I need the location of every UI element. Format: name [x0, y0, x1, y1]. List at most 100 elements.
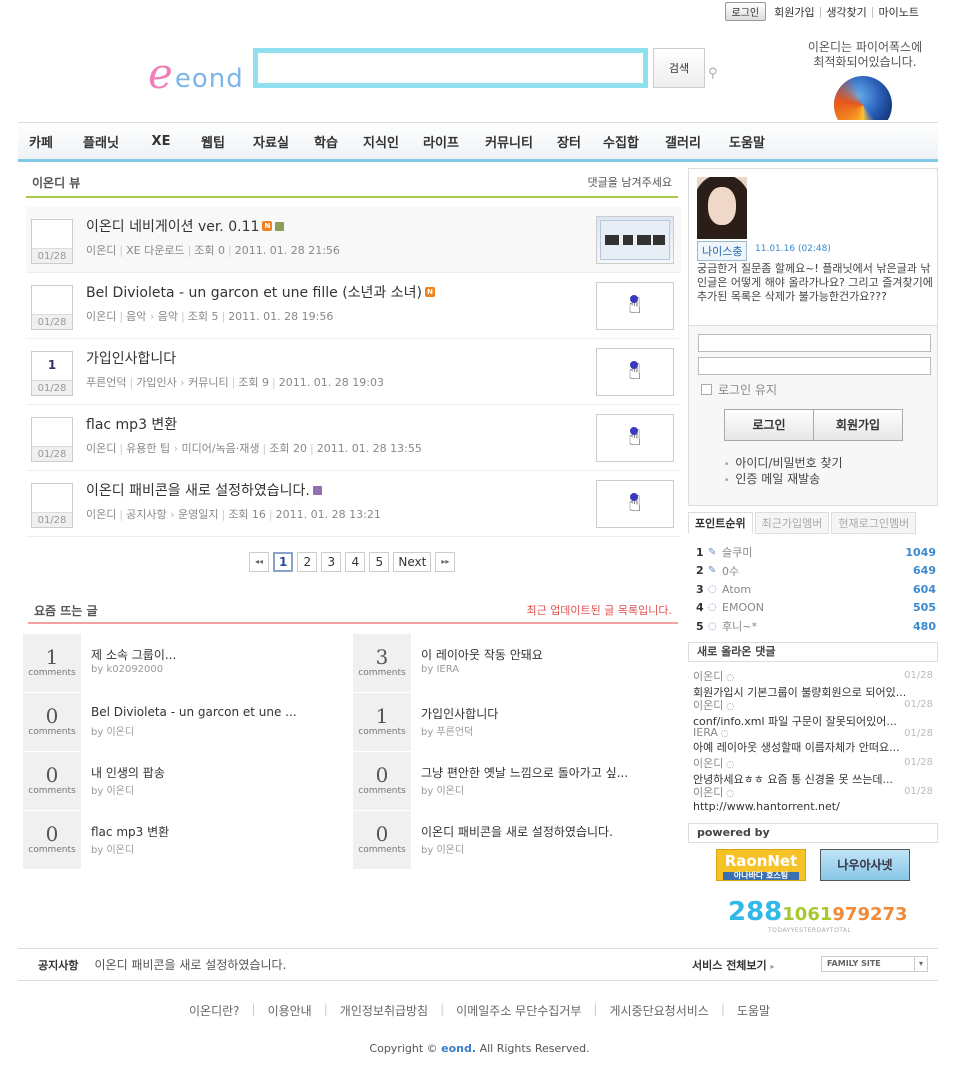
nav-item-5[interactable]: 학습: [300, 132, 352, 151]
resend-mail-link[interactable]: 인증 메일 재발송: [724, 472, 843, 488]
footer-link[interactable]: 이메일주소 무단수집거부: [444, 1002, 593, 1019]
checkbox-icon[interactable]: [701, 384, 712, 395]
post-title-text[interactable]: 이온디 네비게이션 ver. 0.11: [86, 216, 259, 236]
member-name[interactable]: 0수: [722, 563, 913, 579]
nav-item-0[interactable]: 카페: [18, 132, 64, 151]
comment-item[interactable]: IERA ◌ 01/28 아예 레이아웃 생성할때 이름자체가 안떠요...: [693, 726, 933, 755]
member-name[interactable]: Atom: [722, 583, 913, 596]
recent-title[interactable]: Bel Divioleta - un garcon et une ...: [91, 705, 297, 719]
recent-title[interactable]: flac mp3 변환: [91, 823, 169, 840]
post-title-text[interactable]: 가입인사합니다: [86, 348, 176, 368]
post-thumbnail[interactable]: ☝: [596, 414, 674, 462]
join-button[interactable]: 회원가입: [813, 409, 903, 441]
footer-link[interactable]: 도움말: [725, 1002, 782, 1019]
comment-author[interactable]: IERA: [693, 726, 718, 739]
nav-item-8[interactable]: 커뮤니티: [472, 132, 546, 151]
post-thumbnail[interactable]: ☝: [596, 480, 674, 528]
recent-item[interactable]: 0 comments 그냥 편안한 옛날 느낌으로 돌아가고 싶... by 이온디: [353, 752, 683, 810]
view-row[interactable]: 01/28 flac mp3 변환 이온디 | 유용한 팁 › 미디어/녹음·재생 | 조회…: [26, 405, 681, 471]
point-rank-item[interactable]: 2 ✎ 0수 649: [696, 562, 936, 581]
post-category[interactable]: 가입인사: [136, 376, 176, 389]
nav-item-7[interactable]: 라이프: [410, 132, 472, 151]
recent-item[interactable]: 0 comments 내 인생의 팝송 by 이온디: [23, 752, 353, 810]
post-subcategory[interactable]: 음악: [158, 310, 178, 323]
recent-title[interactable]: 제 소속 그룹이...: [91, 646, 176, 663]
pager-last-button[interactable]: ▸▸: [435, 552, 456, 572]
post-category[interactable]: 유용한 팁: [126, 442, 170, 455]
notice-text[interactable]: 이온디 패비콘을 새로 설정하였습니다.: [94, 956, 286, 973]
view-row[interactable]: 01/28 이온디 패비콘을 새로 설정하였습니다. 이온디 | 공지사항 › 운영일지…: [26, 471, 681, 537]
post-thumbnail[interactable]: ☝: [596, 282, 674, 330]
post-author[interactable]: 이온디: [86, 244, 116, 257]
search-button[interactable]: 검색: [653, 48, 705, 88]
point-rank-item[interactable]: 3 ◌ Atom 604: [696, 580, 936, 599]
comment-item[interactable]: 이온디 ◌ 01/28 conf/info.xml 파일 구문이 잘못되어있어...: [693, 697, 933, 728]
point-rank-item[interactable]: 5 ◌ 후니~* 480: [696, 617, 936, 636]
member-name[interactable]: 후니~*: [722, 618, 913, 634]
site-logo[interactable]: e eond: [148, 44, 244, 95]
post-subcategory[interactable]: 운영일지: [178, 508, 218, 521]
nav-item-1[interactable]: 플래닛: [64, 132, 138, 151]
comment-author[interactable]: 이온디: [693, 699, 723, 712]
keep-login-checkbox[interactable]: 로그인 유지: [701, 381, 777, 398]
comment-author[interactable]: 이온디: [693, 786, 723, 799]
nav-item-9[interactable]: 장터: [546, 132, 592, 151]
recent-title[interactable]: 이 레이아웃 작동 안돼요: [421, 646, 543, 663]
top-login-button[interactable]: 로그인: [724, 2, 767, 21]
post-thumbnail[interactable]: [596, 216, 674, 264]
pager-first-button[interactable]: ◂◂: [249, 552, 269, 572]
recent-item[interactable]: 1 comments 제 소속 그룹이... by k02092000: [23, 634, 353, 692]
view-row[interactable]: 01/28 이온디 네비게이션 ver. 0.11 N 이온디 | XE 다운로드 | 조회 …: [26, 207, 681, 273]
find-account-link[interactable]: 아이디/비밀번호 찾기: [724, 456, 842, 472]
comment-item[interactable]: 이온디 ◌ 01/28 http://www.hantorrent.net/: [693, 784, 933, 813]
profile-message[interactable]: 궁금한거 질문좀 할께요~! 플래닛에서 낚은글과 낚인글은 어떻게 해야 올라…: [697, 262, 935, 304]
post-title[interactable]: flac mp3 변환: [86, 414, 177, 434]
nav-item-4[interactable]: 자료실: [242, 132, 300, 151]
top-join-link[interactable]: 회원가입: [774, 4, 814, 20]
recent-title[interactable]: 이온디 패비콘을 새로 설정하였습니다.: [421, 823, 613, 840]
nav-item-6[interactable]: 지식인: [352, 132, 410, 151]
pager-page-2[interactable]: 2: [297, 552, 318, 572]
password-input[interactable]: [698, 357, 931, 375]
firefox-icon[interactable]: [834, 76, 892, 120]
footer-link[interactable]: 개인정보취급방침: [328, 1002, 440, 1019]
member-name[interactable]: 슬쿠미: [722, 544, 905, 560]
footer-link[interactable]: 이온디란?: [177, 1002, 252, 1019]
post-author[interactable]: 이온디: [86, 310, 116, 323]
point-rank-item[interactable]: 4 ◌ EMOON 505: [696, 599, 936, 618]
pager-page-3[interactable]: 3: [321, 552, 342, 572]
post-title[interactable]: Bel Divioleta - un garcon et une fille (…: [86, 282, 435, 302]
post-author[interactable]: 이온디: [86, 442, 116, 455]
avatar[interactable]: [697, 177, 747, 239]
comment-item[interactable]: 이온디 ◌ 01/28 안녕하세요ㅎㅎ 요즘 통 신경을 못 쓰는데...: [693, 755, 933, 786]
recent-item[interactable]: 1 comments 가입인사합니다 by 푸른언덕: [353, 693, 683, 751]
comment-item[interactable]: 이온디 ◌ 01/28 회원가입시 기본그룹이 불량회원으로 되어있...: [693, 668, 933, 699]
post-subcategory[interactable]: 미디어/녹음·재생: [181, 442, 259, 455]
nav-item-11[interactable]: 갤러리: [650, 132, 716, 151]
comment-text[interactable]: http://www.hantorrent.net/: [693, 800, 933, 813]
post-thumbnail[interactable]: ☝: [596, 348, 674, 396]
view-row[interactable]: 1 01/28 가입인사합니다 푸른언덕 | 가입인사 › 커뮤니티 | 조회 9 | 2011.…: [26, 339, 681, 405]
post-author[interactable]: 푸른언덕: [86, 376, 126, 389]
search-icon[interactable]: ⚲: [708, 66, 718, 81]
recent-title[interactable]: 가입인사합니다: [421, 705, 498, 722]
user-id-input[interactable]: [698, 334, 931, 352]
recent-item[interactable]: 3 comments 이 레이아웃 작동 안돼요 by IERA: [353, 634, 683, 692]
pager-page-5[interactable]: 5: [369, 552, 390, 572]
pager-page-1[interactable]: 1: [273, 552, 294, 572]
tab-online-members[interactable]: 현재로그인멤버: [831, 512, 917, 534]
tab-point-rank[interactable]: 포인트순위: [688, 512, 753, 534]
nav-item-2[interactable]: XE: [138, 134, 184, 149]
login-button[interactable]: 로그인: [724, 409, 814, 441]
recent-title[interactable]: 그냥 편안한 옛날 느낌으로 돌아가고 싶...: [421, 764, 628, 781]
top-mynote-link[interactable]: 마이노트: [879, 4, 919, 20]
comment-text[interactable]: 아예 레이아웃 생성할때 이름자체가 안떠요...: [693, 739, 933, 755]
post-category[interactable]: 음악: [126, 310, 146, 323]
profile-nickname[interactable]: 나이스충: [697, 241, 748, 261]
post-title-text[interactable]: flac mp3 변환: [86, 414, 177, 434]
post-title-text[interactable]: Bel Divioleta - un garcon et une fille (…: [86, 282, 422, 302]
post-title-text[interactable]: 이온디 패비콘을 새로 설정하였습니다.: [86, 480, 310, 500]
family-site-select[interactable]: FAMILY SITE ▾: [821, 956, 928, 972]
footer-link[interactable]: 이용안내: [256, 1002, 324, 1019]
top-find-link[interactable]: 생각찾기: [826, 4, 866, 20]
